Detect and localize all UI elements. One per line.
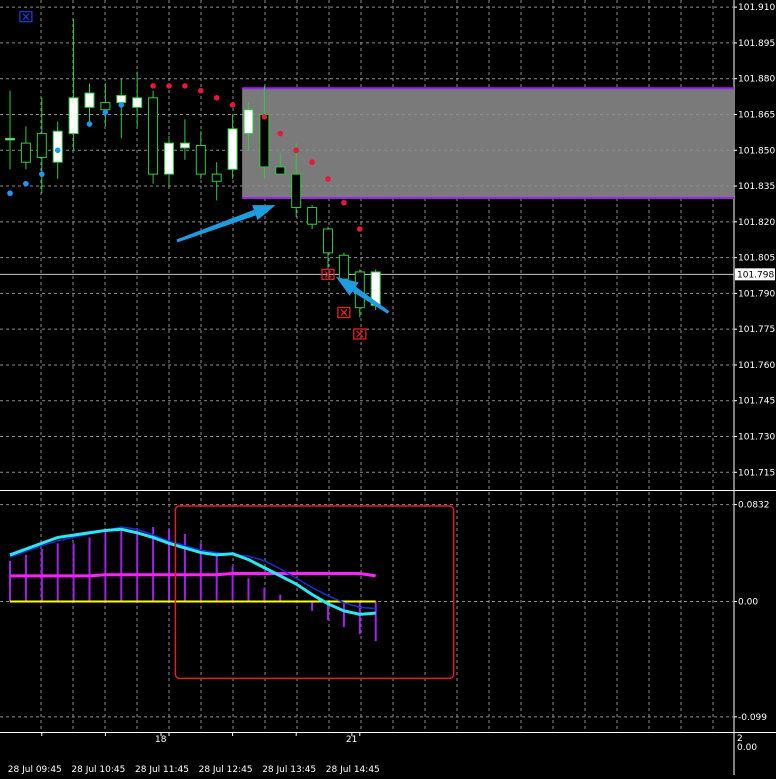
- time-tick-label: 28 Jul 12:45: [199, 765, 253, 775]
- sar-dot: [341, 199, 347, 206]
- price-tick-label: 101.865: [738, 110, 775, 120]
- candle: [116, 78, 127, 139]
- price-tick-label: 101.730: [738, 433, 775, 443]
- price-tick-label: 101.745: [738, 397, 775, 407]
- sar-dot: [118, 102, 125, 108]
- sar-dot: [213, 95, 220, 101]
- candle-body: [20, 142, 31, 163]
- osc-tick-label: 0.0832: [738, 501, 770, 511]
- candle: [84, 83, 95, 127]
- signal-marker-icon: [337, 306, 351, 319]
- price-tick-label: 101.835: [738, 182, 775, 192]
- price-tick-label: 101.910: [738, 3, 775, 13]
- sar-dot: [277, 130, 284, 137]
- candle-body: [36, 133, 47, 158]
- candle: [307, 205, 318, 229]
- time-tick-label: 28 Jul 14:45: [326, 765, 380, 775]
- candle-body: [211, 173, 222, 182]
- candle: [211, 162, 222, 201]
- oscillator-panel: 0.0832 0.00 -0.099: [0, 492, 770, 732]
- candle-body: [148, 97, 159, 175]
- time-tick-label: 28 Jul 10:45: [71, 765, 125, 775]
- time-axis: 18 21 28 Jul 09:45 28 Jul 10:45 28 Jul 11:45…: [0, 732, 776, 775]
- signal-line: [9, 526, 376, 610]
- candle: [100, 83, 111, 127]
- annotation-arrow-shaft: [176, 209, 256, 243]
- price-tick-label: 101.820: [738, 218, 775, 228]
- day-marker-label: 18: [155, 735, 167, 745]
- osc-tick-label: -0.099: [738, 713, 767, 723]
- candle: [195, 131, 206, 179]
- sar-dot: [7, 190, 13, 197]
- osc-tick-label: 0.00: [738, 598, 758, 608]
- candle-body: [116, 94, 127, 104]
- sar-dot: [23, 180, 29, 187]
- price-tick-label: 101.850: [738, 146, 775, 156]
- sar-dot: [182, 83, 188, 89]
- current-price-label: 101.798: [737, 270, 774, 280]
- candle: [227, 114, 238, 179]
- day-marker-label: 21: [346, 735, 357, 745]
- time-tick-label: 28 Jul 13:45: [262, 765, 316, 775]
- sar-dot: [86, 121, 93, 127]
- price-tick-label: 101.760: [738, 361, 775, 371]
- sar-dot: [102, 109, 109, 115]
- candle: [179, 119, 190, 160]
- candle-body: [307, 207, 318, 225]
- annotation-arrow-icon: [176, 205, 276, 243]
- price-tick-label: 101.805: [738, 254, 775, 264]
- sar-dot: [357, 226, 363, 232]
- trading-chart: 101.910 101.895 101.880 101.865 101.850 101.8…: [0, 0, 776, 775]
- candle-body: [5, 137, 15, 141]
- candle-body: [259, 113, 270, 168]
- sar-dot: [293, 147, 300, 154]
- chart-svg: 101.910 101.895 101.880 101.865 101.850 101.8…: [0, 0, 776, 775]
- candle-body: [291, 173, 302, 209]
- price-tick-label: 101.715: [738, 468, 775, 478]
- sar-dot: [325, 176, 331, 182]
- candle-body: [243, 109, 254, 135]
- price-tick-label: 101.790: [738, 289, 775, 299]
- signal-marker-icon: [19, 11, 33, 23]
- price-tick-label: 101.775: [738, 325, 775, 335]
- sar-dot: [229, 102, 236, 108]
- candle-body: [164, 142, 174, 175]
- sar-dot: [166, 83, 172, 89]
- annotation-arrow-head: [252, 205, 276, 221]
- sar-dot: [39, 171, 45, 177]
- price-tick-label: 101.880: [738, 75, 775, 85]
- candle: [20, 126, 31, 170]
- candle: [132, 71, 143, 127]
- candle: [68, 19, 79, 151]
- time-tick-label: 28 Jul 11:45: [135, 765, 189, 775]
- candle-body: [195, 145, 206, 175]
- candle: [36, 97, 47, 194]
- time-tick-label: 28 Jul 09:45: [8, 765, 62, 775]
- sar-dot: [54, 147, 61, 154]
- candle: [148, 90, 159, 184]
- candle-body: [227, 128, 238, 170]
- supply-zone: [242, 88, 734, 198]
- corner-label: 0.00: [737, 743, 757, 753]
- sar-dot: [150, 83, 156, 89]
- level-line: [10, 572, 376, 578]
- candle-body: [275, 166, 286, 175]
- candle: [5, 90, 15, 170]
- candle-body: [52, 130, 63, 163]
- candle-body: [338, 254, 349, 280]
- candle-body: [179, 142, 190, 149]
- candle-body: [84, 92, 95, 108]
- sar-dot: [198, 87, 204, 94]
- signal-marker-icon: [353, 328, 367, 340]
- sar-dot: [309, 159, 315, 166]
- candle-body: [323, 228, 333, 254]
- candle: [323, 226, 333, 270]
- candle: [164, 135, 174, 187]
- candle-body: [132, 97, 143, 108]
- price-tick-label: 101.895: [738, 39, 775, 49]
- price-panel: 101.910 101.895 101.880 101.865 101.850 101.8…: [0, 0, 776, 775]
- sar-dot: [261, 114, 268, 120]
- candle-body: [100, 102, 111, 111]
- candle-body: [68, 97, 79, 135]
